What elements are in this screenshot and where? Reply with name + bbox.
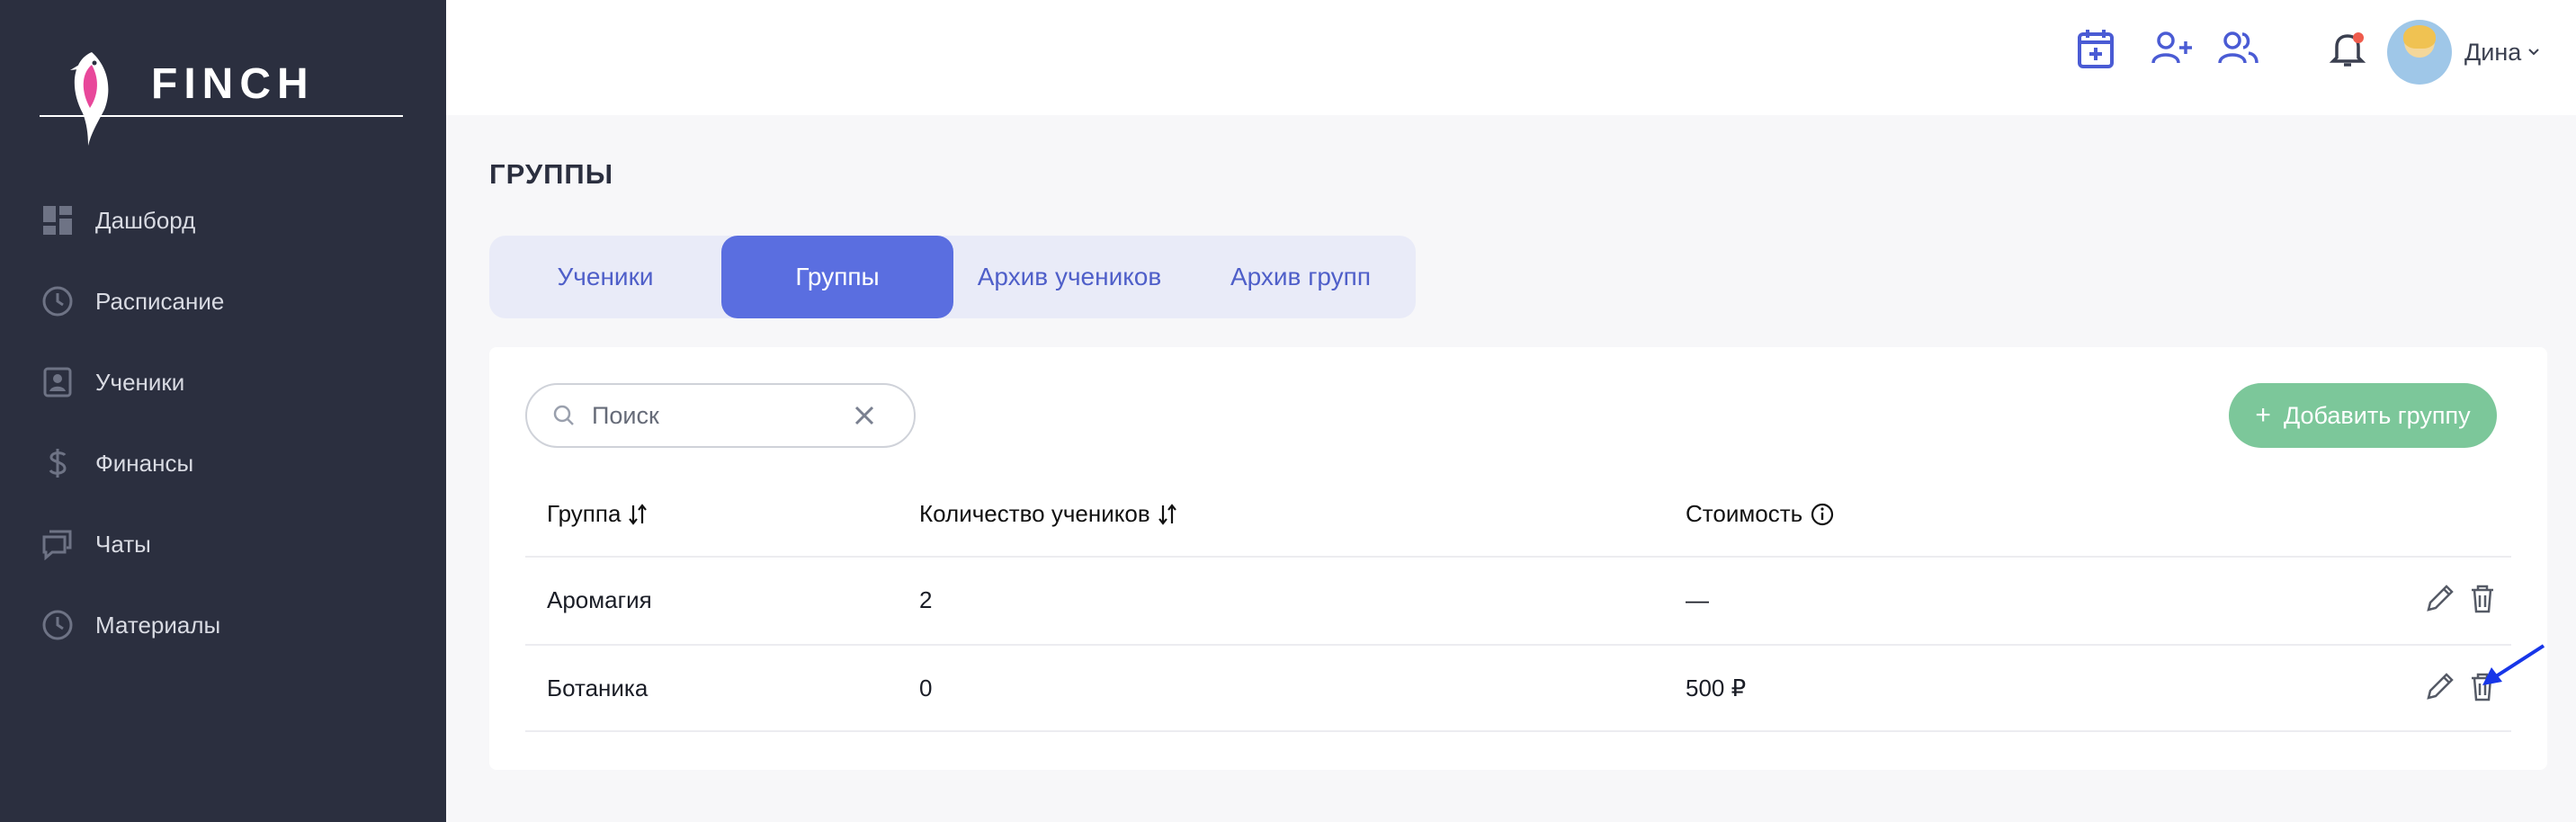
users-icon[interactable] (2216, 27, 2259, 70)
user-name: Дина (2464, 38, 2522, 66)
sidebar: FINCH Дашборд Расписание Ученики Финансы… (0, 0, 446, 822)
add-group-button[interactable]: + Добавить группу (2229, 383, 2497, 448)
user-add-icon[interactable] (2150, 27, 2193, 70)
sidebar-item-schedule[interactable]: Расписание (0, 261, 446, 342)
plus-icon: + (2255, 400, 2271, 430)
tab-students-archive[interactable]: Архив учеников (953, 236, 1185, 318)
sort-icon (629, 503, 648, 525)
sidebar-item-chats[interactable]: Чаты (0, 504, 446, 585)
clock-icon (42, 610, 73, 640)
calendar-add-icon[interactable] (2074, 27, 2117, 70)
sort-icon (1158, 503, 1176, 525)
price: 500 ₽ (1686, 675, 1747, 701)
add-group-label: Добавить группу (2283, 401, 2471, 429)
sidebar-nav: Дашборд Расписание Ученики Финансы Чаты … (0, 180, 446, 666)
sidebar-item-label: Материалы (95, 611, 221, 639)
bell-icon[interactable] (2326, 27, 2369, 70)
student-count: 0 (919, 675, 933, 701)
avatar (2387, 20, 2452, 85)
group-name: Аромагия (547, 586, 652, 613)
column-header-count[interactable]: Количество учеников (919, 500, 1177, 528)
sidebar-item-label: Расписание (95, 287, 225, 315)
edit-icon[interactable] (2421, 669, 2457, 705)
groups-card: + Добавить группу Группа Количество учен… (489, 347, 2547, 770)
sidebar-item-label: Чаты (95, 530, 151, 558)
trash-icon[interactable] (2464, 581, 2500, 617)
user-menu[interactable]: Дина (2387, 20, 2541, 85)
sidebar-item-students[interactable]: Ученики (0, 342, 446, 423)
dollar-icon (49, 449, 67, 478)
student-count: 2 (919, 586, 933, 613)
sidebar-item-materials[interactable]: Материалы (0, 585, 446, 666)
search-icon (553, 405, 574, 425)
table-row[interactable]: Аромагия 2 — (525, 556, 2511, 644)
tab-bar: Ученики Группы Архив учеников Архив груп… (489, 236, 1416, 318)
group-name: Ботаника (547, 675, 648, 701)
clock-icon (42, 286, 73, 317)
clear-search-icon[interactable] (853, 404, 876, 427)
sidebar-item-dashboard[interactable]: Дашборд (0, 180, 446, 261)
chevron-down-icon (2528, 49, 2540, 56)
tab-students[interactable]: Ученики (489, 236, 721, 318)
notification-dot (2353, 32, 2364, 43)
bird-logo-icon (70, 52, 109, 146)
student-badge-icon (43, 367, 72, 398)
sidebar-item-label: Дашборд (95, 206, 196, 234)
info-icon[interactable] (1810, 502, 1835, 527)
column-header-price: Стоимость (1686, 500, 1835, 528)
brand-logo[interactable]: FINCH (40, 47, 403, 155)
sidebar-item-finance[interactable]: Финансы (0, 423, 446, 504)
search-box (525, 383, 916, 448)
top-bar (446, 0, 2576, 115)
tab-groups[interactable]: Группы (721, 236, 953, 318)
dashboard-icon (43, 206, 72, 235)
edit-icon[interactable] (2421, 581, 2457, 617)
page-title: ГРУППЫ (489, 158, 614, 190)
search-input[interactable] (592, 401, 817, 430)
sidebar-item-label: Финансы (95, 449, 194, 477)
sidebar-item-label: Ученики (95, 368, 185, 396)
column-header-group[interactable]: Группа (547, 500, 648, 528)
chat-icon (42, 530, 72, 560)
price: — (1686, 586, 1709, 613)
brand-name: FINCH (151, 60, 315, 108)
annotation-arrow-icon (2482, 644, 2545, 685)
logo-divider (40, 115, 403, 117)
tab-groups-archive[interactable]: Архив групп (1185, 236, 1416, 318)
table-row[interactable]: Ботаника 0 500 ₽ (525, 644, 2511, 732)
